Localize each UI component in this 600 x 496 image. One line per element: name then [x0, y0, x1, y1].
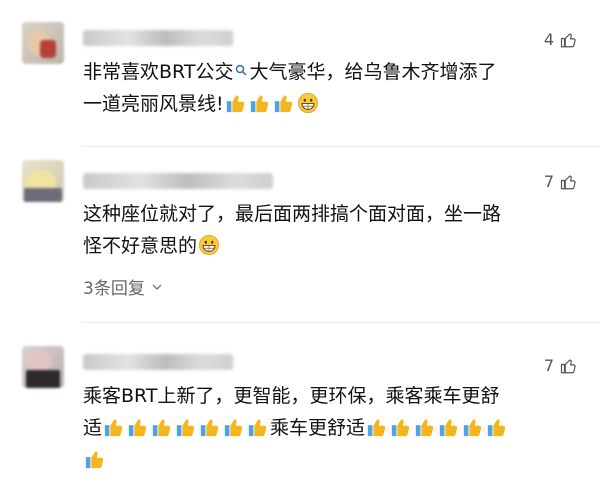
avatar[interactable] [22, 346, 64, 388]
username-blurred[interactable] [83, 173, 273, 189]
thumbs-up-icon [152, 419, 171, 437]
like-count: 7 [543, 356, 554, 375]
like-button[interactable]: 7 [544, 172, 578, 191]
replies-label: 3条回复 [83, 279, 145, 299]
comment-text: 这种座位就对了，最后面两排搞个面对面，坐一路 怪不好意思的 [83, 198, 583, 262]
comment-text-line-2: 适 [83, 417, 103, 439]
thumbs-up-icon [226, 95, 244, 113]
comment-text-line-1b: 大气豪华，给乌鲁木齐增添了 [249, 61, 497, 83]
thumbs-up-icon [463, 419, 482, 437]
thumbs-up-icon [391, 419, 410, 437]
comment-text-line-1: 非常喜欢BRT公交 [83, 61, 234, 83]
comment-text: 非常喜欢BRT公交 大气豪华，给乌鲁木齐增添了 一道亮丽风景线! [83, 56, 583, 120]
comment-text-line-2: 怪不好意思的 [83, 235, 198, 257]
thumbs-up-outline-icon [560, 174, 576, 189]
like-button[interactable]: 4 [544, 30, 578, 49]
like-count: 4 [543, 30, 554, 49]
username-blurred[interactable] [83, 30, 233, 46]
thumbs-up-icon [487, 419, 506, 437]
comment-text-line-2: 一道亮丽风景线! [83, 93, 224, 115]
avatar[interactable] [22, 160, 64, 202]
avatar[interactable] [22, 22, 64, 64]
thumbs-up-icon [439, 419, 458, 437]
thumbs-up-icon [176, 419, 195, 437]
divider [83, 146, 600, 147]
thumbs-up-icon [85, 451, 104, 469]
grinning-face-icon [297, 93, 318, 113]
comment-text-line-1: 乘客BRT上新了，更智能，更环保，乘客乘车更舒 [83, 385, 500, 407]
username-blurred[interactable] [83, 354, 233, 370]
thumbs-up-icon [224, 419, 243, 437]
thumbs-up-icon [415, 419, 434, 437]
thumbs-up-icon [274, 95, 292, 113]
grinning-face-icon [199, 235, 220, 255]
comment-text: 乘客BRT上新了，更智能，更环保，乘客乘车更舒 适 乘车更舒适 [83, 380, 583, 476]
comment-text-line-1: 这种座位就对了，最后面两排搞个面对面，坐一路 [83, 203, 502, 225]
thumbs-up-icon [248, 419, 267, 437]
thumbs-up-icon [367, 419, 386, 437]
thumbs-up-outline-icon [560, 32, 576, 47]
divider [83, 322, 600, 323]
thumbs-up-icon [104, 419, 123, 437]
comment-text-line-2b: 乘车更舒适 [270, 417, 366, 439]
thumbs-up-icon [250, 95, 268, 113]
like-count: 7 [543, 172, 554, 191]
thumbs-up-outline-icon [560, 358, 576, 373]
view-replies-button[interactable]: 3条回复 [83, 274, 163, 299]
thumbs-up-icon [128, 419, 147, 437]
thumbs-up-icon [200, 419, 219, 437]
like-button[interactable]: 7 [544, 356, 578, 375]
search-icon[interactable] [235, 64, 247, 76]
chevron-down-icon [152, 284, 162, 290]
